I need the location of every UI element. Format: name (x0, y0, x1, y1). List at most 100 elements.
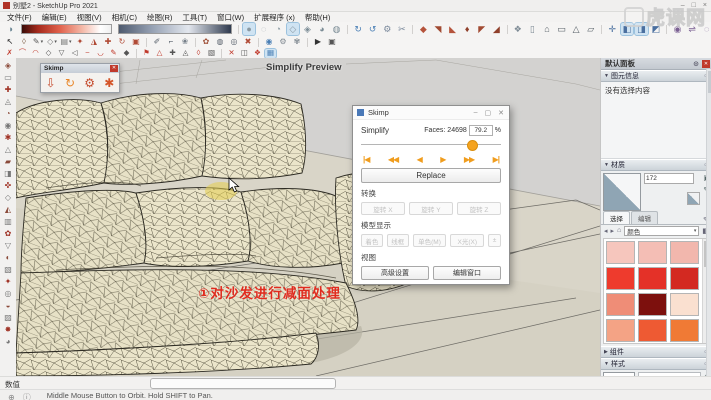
left-toolbar-icon[interactable]: ✚ (3, 84, 14, 95)
dialog-button[interactable]: 编辑窗口 (433, 266, 501, 280)
menu-item-6[interactable]: 工具(T) (177, 12, 212, 23)
dialog-button[interactable]: 高级设置 (361, 266, 429, 280)
toolbar-icon[interactable]: ● (243, 23, 256, 35)
left-toolbar-icon[interactable]: ✜ (3, 180, 14, 191)
left-toolbar-icon[interactable]: ▭ (3, 72, 14, 83)
replace-button[interactable]: Replace (361, 168, 501, 183)
toolbar-icon[interactable]: ❖ (252, 49, 263, 58)
toolbar-icon[interactable]: △ (154, 49, 165, 58)
left-toolbar-icon[interactable]: ◇ (3, 192, 14, 203)
material-swatch[interactable] (670, 319, 699, 342)
toolbar-icon[interactable]: ◇ (43, 49, 54, 58)
toolbar-icon[interactable]: ❀ (179, 37, 191, 47)
toolbar-icon[interactable]: ⌐ (165, 37, 177, 47)
left-toolbar-icon[interactable]: △ (3, 144, 14, 155)
left-toolbar-icon[interactable]: ◈ (3, 60, 14, 71)
fast-forward-icon[interactable]: ▶▶ (464, 155, 474, 164)
dialog-button[interactable]: 单色(M) (413, 234, 447, 247)
menu-item-8[interactable]: 扩展程序 (x) (249, 12, 300, 23)
toolbar-icon[interactable]: ↻ (116, 37, 128, 47)
left-toolbar-icon[interactable]: ✿ (3, 228, 14, 239)
components-header[interactable]: ▶ 组件 ▭ (601, 346, 711, 358)
menu-item-5[interactable]: 绘图(R) (142, 12, 177, 23)
toolbar-icon[interactable]: ◆ (417, 23, 430, 35)
skimp-settings-gear-icon[interactable]: ⚙ (84, 77, 95, 89)
toolbar-icon[interactable]: ◈ (301, 23, 314, 35)
left-toolbar-icon[interactable]: ▥ (3, 216, 14, 227)
dialog-button[interactable]: ± (488, 234, 501, 247)
material-name-input[interactable] (644, 173, 694, 184)
styles-header[interactable]: ▼ 样式 ▭ (601, 358, 711, 370)
toolbar-icon[interactable]: ▯ (526, 23, 539, 35)
toolbar-icon[interactable]: ~ (82, 49, 93, 58)
tab-选择[interactable]: 选择 (603, 211, 630, 224)
toolbar-icon[interactable]: ◎ (228, 37, 240, 47)
toolbar-icon[interactable]: ▱ (584, 23, 597, 35)
toolbar-icon[interactable]: ◇ (287, 23, 300, 35)
chevron-down-icon[interactable]: ▾ (69, 40, 72, 45)
toolbar-icon[interactable]: ◆ (121, 49, 132, 58)
left-toolbar-icon[interactable]: ◬ (3, 96, 14, 107)
toolbar-icon[interactable]: ✗ (4, 49, 15, 58)
simplify-slider[interactable] (361, 139, 501, 151)
toolbar-icon[interactable]: ◕ (316, 23, 329, 35)
toolbar-icon[interactable]: ◊ (193, 49, 204, 58)
in-model-icon[interactable]: ⌂ (617, 227, 621, 234)
pin-icon[interactable]: ⊙ (693, 60, 699, 68)
toolbar-icon[interactable]: ◔ (272, 23, 285, 35)
material-swatch[interactable] (638, 319, 667, 342)
step-forward-icon[interactable]: ▶ (440, 155, 445, 164)
toolbar-icon[interactable]: ✐ (151, 37, 163, 47)
left-toolbar-icon[interactable]: ◎ (3, 288, 14, 299)
toolbar-icon[interactable]: ❖ (512, 23, 525, 35)
toolbar-icon[interactable]: ◢ (490, 23, 503, 35)
material-swatch[interactable] (638, 293, 667, 316)
toolbar-icon[interactable]: ↻ (352, 23, 365, 35)
toolbar-icon[interactable]: ◌ (257, 23, 270, 35)
toolbar-icon[interactable]: ✎ (108, 49, 119, 58)
chevron-down-icon[interactable]: ▾ (41, 40, 44, 45)
toolbar-icon[interactable]: ◠ (30, 49, 41, 58)
skimp-import-icon[interactable]: ⇩ (46, 77, 56, 89)
left-toolbar-icon[interactable]: ◒ (3, 300, 14, 311)
dialog-button[interactable]: 旋转 X (361, 202, 405, 215)
toolbar-icon[interactable]: ▽ (56, 49, 67, 58)
toolbar-icon[interactable]: ◊ (18, 37, 30, 47)
tab-编辑[interactable]: 编辑 (631, 211, 658, 224)
toolbar-icon[interactable]: ◍ (330, 23, 343, 35)
left-toolbar-icon[interactable]: ◉ (3, 120, 14, 131)
toolbar-icon[interactable]: ◬ (180, 49, 191, 58)
toolbar-icon[interactable]: ◫ (239, 49, 250, 58)
left-toolbar-icon[interactable]: ▽ (3, 240, 14, 251)
toolbar-icon[interactable]: ⚙ (381, 23, 394, 35)
toolbar-icon[interactable]: ✂ (396, 23, 409, 35)
left-toolbar-icon[interactable]: ◔ (3, 108, 14, 119)
first-frame-icon[interactable]: |◀ (363, 155, 369, 164)
materials-header[interactable]: ▼ 材质 ▭ (601, 159, 711, 171)
skimp-dialog-titlebar[interactable]: Skimp –▢✕ (353, 106, 509, 120)
material-swatch[interactable] (606, 319, 635, 342)
last-frame-icon[interactable]: ▶| (493, 155, 499, 164)
toolbar-icon[interactable]: ✿ (200, 37, 212, 47)
toolbar-icon[interactable]: ↖ (4, 37, 16, 47)
toolbar-icon[interactable]: ▦ (265, 49, 276, 58)
tray-scrollbar[interactable] (706, 69, 711, 376)
close-icon[interactable]: ✕ (498, 109, 504, 117)
measurement-input[interactable] (150, 378, 336, 389)
left-toolbar-icon[interactable]: ▰ (3, 156, 14, 167)
tray-header[interactable]: 默认面板 ⊙ ✕ (601, 58, 711, 70)
toolbar-icon[interactable]: ✦ (74, 37, 86, 47)
toolbar-icon[interactable]: ✚ (167, 49, 178, 58)
menu-item-2[interactable]: 编辑(E) (37, 12, 72, 23)
menu-item-9[interactable]: 帮助(H) (300, 12, 335, 23)
maximize-icon[interactable]: ▢ (485, 109, 492, 117)
slider-handle[interactable] (467, 140, 478, 151)
toolbar-icon[interactable]: ▭ (555, 23, 568, 35)
material-swatch[interactable] (670, 241, 699, 264)
material-swatch[interactable] (670, 267, 699, 290)
material-swatch[interactable] (606, 267, 635, 290)
toolbar-icon[interactable]: ⌒ (17, 49, 28, 58)
model-viewport[interactable]: Simplify Preview ①对沙发进行减面处理 (16, 58, 600, 376)
material-swatch[interactable] (638, 267, 667, 290)
menu-item-7[interactable]: 窗口(W) (212, 12, 249, 23)
